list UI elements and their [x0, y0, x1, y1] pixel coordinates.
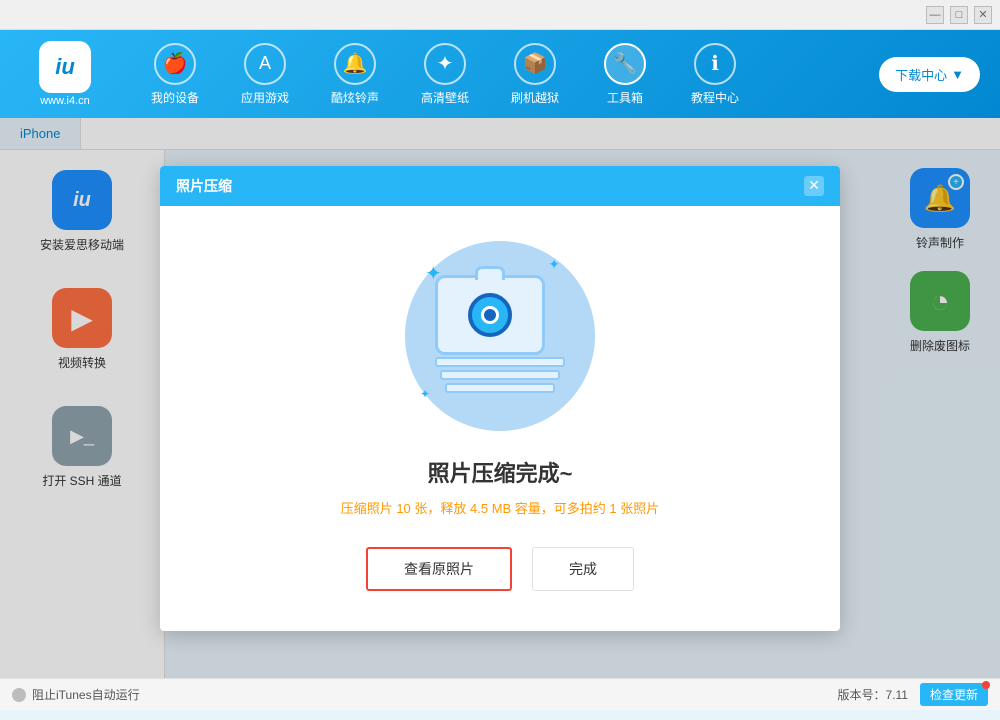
status-bar: 阻止iTunes自动运行 版本号：7.11 检查更新: [0, 678, 1000, 710]
modal-header: 照片压缩 ✕: [160, 166, 840, 206]
itunes-text: 阻止iTunes自动运行: [32, 686, 140, 703]
minimize-button[interactable]: —: [926, 6, 944, 24]
logo-symbol: iu: [55, 54, 75, 80]
version-label: 版本号：7.11: [838, 686, 908, 703]
sparkle-2-icon: ✦: [548, 256, 560, 273]
modal-body: ✦ ✦ ✦: [160, 206, 840, 631]
nav-wallpaper[interactable]: ✦ 高清壁纸: [400, 35, 490, 114]
done-button[interactable]: 完成: [532, 547, 634, 591]
camera-lens: [468, 293, 512, 337]
logo-icon: iu: [39, 41, 91, 93]
apps-icon: A: [244, 43, 286, 85]
camera-circle: ✦ ✦ ✦: [405, 241, 595, 431]
apple-icon: 🍎: [154, 43, 196, 85]
camera-bump: [475, 266, 505, 280]
logo-area: iu www.i4.cn: [10, 41, 120, 107]
header: iu www.i4.cn 🍎 我的设备 A 应用游戏 🔔 酷炫铃声 ✦ 高清壁纸…: [0, 30, 1000, 118]
camera-body: [435, 275, 545, 355]
modal-overlay: 照片压缩 ✕ ✦ ✦ ✦: [0, 118, 1000, 678]
toolbox-icon: 🔧: [604, 43, 646, 85]
jailbreak-icon: 📦: [514, 43, 556, 85]
content-area: iPhone iu 安装爱思移动端 ▶ 视频转换 ▶_ 打开 SSH 通道 🔔 …: [0, 118, 1000, 678]
update-dot-icon: [982, 681, 990, 689]
nav-toolbox-label: 工具箱: [607, 89, 643, 106]
update-label: 检查更新: [930, 688, 978, 702]
nav-my-device[interactable]: 🍎 我的设备: [130, 35, 220, 114]
wallpaper-icon: ✦: [424, 43, 466, 85]
nav-my-device-label: 我的设备: [151, 89, 199, 106]
page-2: [440, 370, 560, 380]
title-bar: — □ ✕: [0, 0, 1000, 30]
nav-tutorials[interactable]: ℹ 教程中心: [670, 35, 760, 114]
nav-ringtones[interactable]: 🔔 酷炫铃声: [310, 35, 400, 114]
logo-text: www.i4.cn: [40, 95, 90, 107]
nav-ringtones-label: 酷炫铃声: [331, 89, 379, 106]
close-button[interactable]: ✕: [974, 6, 992, 24]
itunes-status-dot: [12, 688, 26, 702]
update-button[interactable]: 检查更新: [920, 683, 988, 706]
download-button[interactable]: 下载中心 ▼: [879, 57, 980, 92]
status-right: 版本号：7.11 检查更新: [838, 683, 988, 706]
camera-group: [435, 275, 565, 396]
modal-main-text: 照片压缩完成~: [428, 456, 573, 488]
nav-apps-label: 应用游戏: [241, 89, 289, 106]
download-label: 下载中心: [895, 65, 947, 84]
page-1: [435, 357, 565, 367]
modal-sub-text: 压缩照片 10 张，释放 4.5 MB 容量，可多拍约 1 张照片: [341, 498, 660, 517]
nav-toolbox[interactable]: 🔧 工具箱: [580, 35, 670, 114]
maximize-button[interactable]: □: [950, 6, 968, 24]
modal-title: 照片压缩: [176, 176, 232, 196]
tutorials-icon: ℹ: [694, 43, 736, 85]
page-3: [445, 383, 555, 393]
pages-stack: [435, 357, 565, 396]
bell-icon: 🔔: [334, 43, 376, 85]
modal-buttons: 查看原照片 完成: [366, 547, 634, 591]
nav-apps-games[interactable]: A 应用游戏: [220, 35, 310, 114]
nav-items: 🍎 我的设备 A 应用游戏 🔔 酷炫铃声 ✦ 高清壁纸 📦 刷机越狱 🔧 工具箱…: [130, 35, 879, 114]
nav-wallpaper-label: 高清壁纸: [421, 89, 469, 106]
camera-illustration: ✦ ✦ ✦: [400, 236, 600, 436]
download-arrow-icon: ▼: [951, 67, 964, 82]
view-original-button[interactable]: 查看原照片: [366, 547, 512, 591]
modal: 照片压缩 ✕ ✦ ✦ ✦: [160, 166, 840, 631]
nav-jailbreak-label: 刷机越狱: [511, 89, 559, 106]
nav-tutorials-label: 教程中心: [691, 89, 739, 106]
sparkle-3-icon: ✦: [420, 387, 430, 401]
status-left: 阻止iTunes自动运行: [12, 686, 140, 703]
nav-jailbreak[interactable]: 📦 刷机越狱: [490, 35, 580, 114]
camera-lens-inner: [481, 306, 499, 324]
modal-close-button[interactable]: ✕: [804, 176, 824, 196]
